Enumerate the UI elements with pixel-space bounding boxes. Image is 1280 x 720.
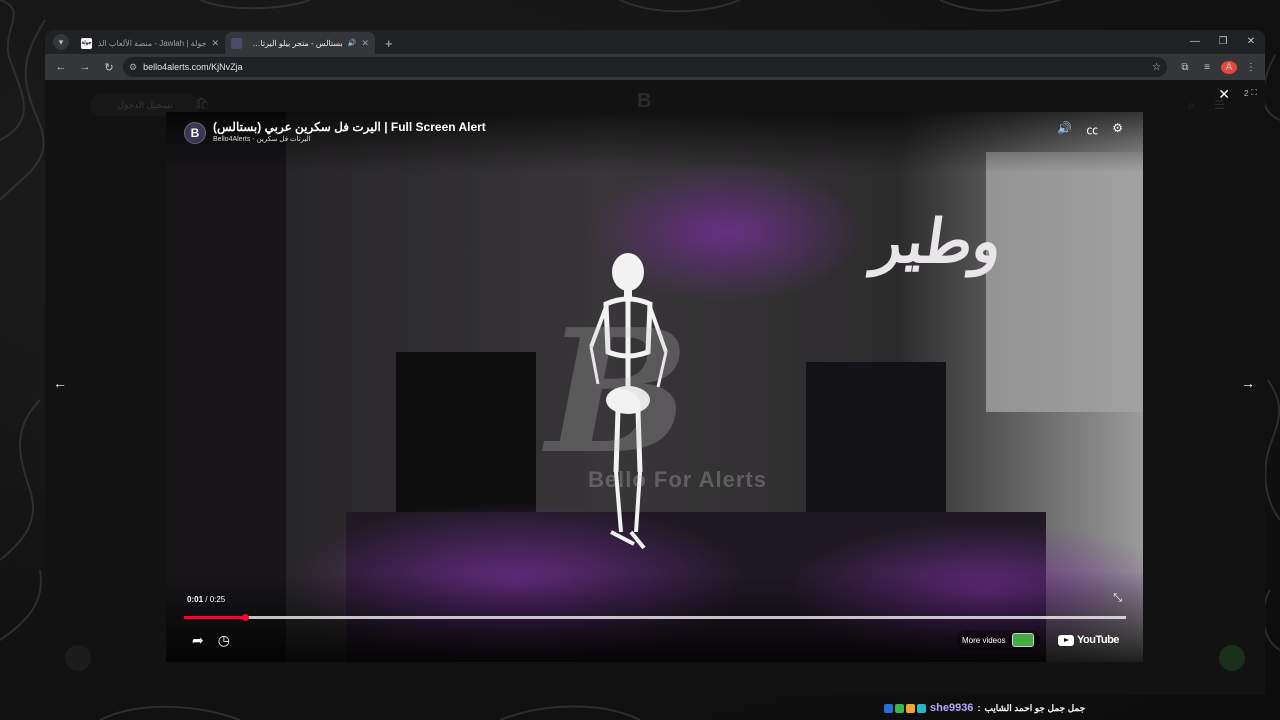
badge-icon	[895, 703, 904, 713]
site-logo: B	[637, 90, 652, 112]
browser-window: ▾ جولة جولة | Jawlah - منصة الألعاب الذ …	[45, 30, 1265, 695]
page-viewport: تسجيل الدخول 🛍 B ⌕ ☰ ✕ 2 ⛶ ← → B Bello F…	[45, 80, 1265, 695]
back-icon[interactable]: ←	[51, 57, 71, 77]
restore-icon[interactable]: ❐	[1209, 30, 1237, 52]
player-top-bar: B اليرت فل سكرين عربي (بستالس) | Full Sc…	[166, 112, 1143, 172]
fullscreen-icon[interactable]: ⛶	[1251, 88, 1257, 98]
profile-avatar[interactable]: A	[1221, 60, 1237, 74]
stream-chat-message: she9936 : جمل جمل جو احمد الشايب	[884, 702, 1085, 714]
channel-avatar[interactable]: B	[184, 122, 206, 144]
extensions-icon[interactable]: ⧉	[1177, 62, 1193, 73]
minimize-icon[interactable]: —	[1181, 30, 1209, 52]
duration: 0:25	[209, 595, 226, 604]
more-videos-thumbnail	[1011, 633, 1034, 647]
time-display: 0:01 / 0:25	[187, 595, 226, 604]
more-videos-button[interactable]: More videos	[956, 630, 1040, 650]
chat-badges	[884, 703, 926, 713]
player-bottom-left-controls: ➦ ◷	[192, 632, 230, 649]
lightbox-prev-arrow-icon[interactable]: ←	[53, 375, 67, 391]
tab-strip: ▾ جولة جولة | Jawlah - منصة الألعاب الذ …	[45, 30, 1265, 54]
watch-later-clock-icon[interactable]: ◷	[218, 632, 230, 649]
speaker-icon[interactable]: 🔊	[348, 39, 357, 47]
progress-bar[interactable]	[184, 614, 1126, 621]
exit-fullscreen-icon[interactable]: ⤡	[1113, 592, 1122, 605]
url-text[interactable]: bello4alerts.com/KjNvZja	[143, 62, 1146, 72]
tab-title: بستالس - متجر بيلو اليرتات فل	[247, 38, 343, 48]
bookmark-star-icon[interactable]: ☆	[1152, 62, 1161, 73]
share-icon[interactable]: ➦	[192, 632, 204, 649]
search-icon[interactable]: ⌕	[1188, 98, 1195, 113]
reload-icon[interactable]: ↻	[99, 57, 119, 77]
floating-button-left[interactable]	[65, 645, 91, 671]
playlist-name: اليرتات فل سكرين	[256, 136, 311, 143]
close-icon[interactable]: ✕	[361, 38, 369, 49]
toolbar-actions: ⧉ ≡ A ⋮	[1177, 60, 1259, 74]
lightbox-next-arrow-icon[interactable]: →	[1241, 375, 1255, 391]
youtube-play-icon	[1058, 634, 1074, 646]
media-control-icon[interactable]: ≡	[1199, 62, 1215, 73]
badge-icon	[917, 703, 926, 713]
whatsapp-button[interactable]	[1219, 645, 1245, 671]
jawlah-favicon: جولة	[81, 37, 92, 49]
video-overlay-text: وطير	[869, 207, 1007, 277]
forward-icon[interactable]: →	[75, 57, 95, 77]
youtube-logo[interactable]: YouTube	[1058, 634, 1119, 646]
close-icon[interactable]: ✕	[211, 38, 219, 49]
current-time: 0:01	[187, 595, 204, 604]
close-window-icon[interactable]: ✕	[1237, 30, 1265, 52]
more-videos-label: More videos	[962, 635, 1006, 645]
browser-toolbar: ← → ↻ ⚙ bello4alerts.com/KjNvZja ☆ ⧉ ≡ A…	[45, 54, 1265, 80]
counter-value: 2	[1243, 88, 1249, 98]
tab-bello4alerts[interactable]: بستالس - متجر بيلو اليرتات فل 🔊 ✕	[225, 32, 375, 54]
video-channel-line[interactable]: Bello4Alerts - اليرتات فل سكرين	[213, 135, 311, 143]
captions-icon[interactable]: ㏄	[1086, 121, 1098, 138]
window-controls: — ❐ ✕	[1181, 30, 1265, 52]
menu-kebab-icon[interactable]: ⋮	[1243, 62, 1259, 73]
badge-icon	[884, 703, 893, 713]
new-tab-button[interactable]: +	[385, 36, 393, 51]
tab-search-dropdown[interactable]: ▾	[53, 34, 69, 50]
bello-favicon	[231, 37, 242, 49]
settings-gear-icon[interactable]: ⚙	[1112, 121, 1123, 138]
lightbox-close-icon[interactable]: ✕	[1218, 86, 1230, 103]
youtube-player[interactable]: B Bello For Alerts وطير B اليرت فل سكرين…	[166, 112, 1143, 662]
player-top-controls: 🔊 ㏄ ⚙	[1057, 121, 1123, 138]
watermark-text: Bello For Alerts	[588, 467, 767, 492]
channel-name[interactable]: Bello4Alerts	[213, 136, 250, 143]
volume-icon[interactable]: 🔊	[1057, 121, 1072, 138]
progress-played	[184, 616, 246, 619]
lightbox-counter: 2 ⛶	[1244, 88, 1257, 98]
tab-title: جولة | Jawlah - منصة الألعاب الذ	[97, 38, 207, 48]
chat-username: she9936	[930, 702, 974, 714]
site-info-icon[interactable]: ⚙	[129, 62, 137, 73]
youtube-wordmark: YouTube	[1077, 634, 1119, 646]
address-bar[interactable]: ⚙ bello4alerts.com/KjNvZja ☆	[123, 57, 1167, 77]
chat-message-text: جمل جمل جو احمد الشايب	[984, 702, 1086, 713]
video-title[interactable]: اليرت فل سكرين عربي (بستالس) | Full Scre…	[213, 120, 486, 134]
badge-icon	[906, 703, 915, 713]
watermark-logo: B	[546, 292, 690, 492]
cart-icon[interactable]: 🛍	[195, 96, 210, 110]
chat-separator: :	[977, 703, 981, 713]
tab-jawlah[interactable]: جولة جولة | Jawlah - منصة الألعاب الذ ✕	[75, 32, 225, 54]
